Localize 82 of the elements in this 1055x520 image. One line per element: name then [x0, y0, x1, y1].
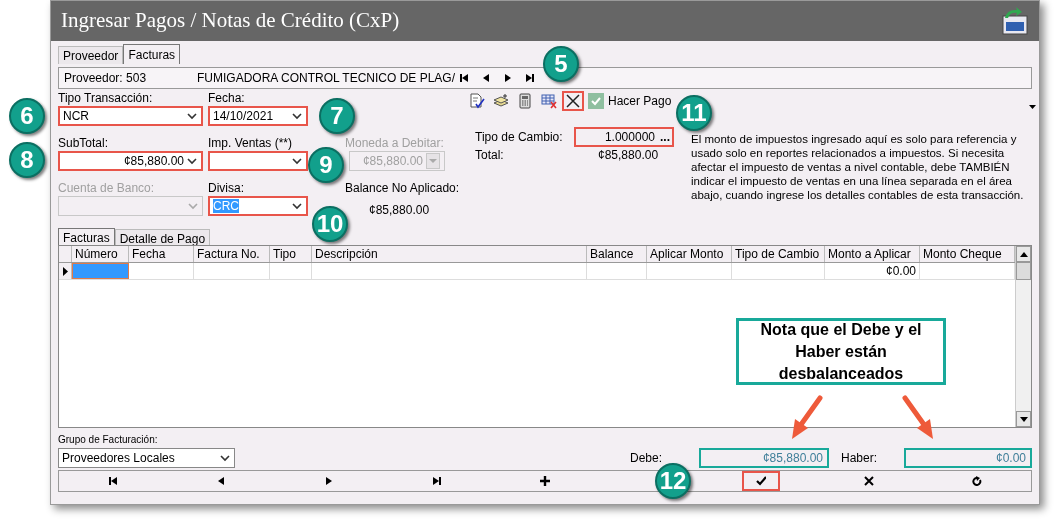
tab[interactable]: Facturas [58, 228, 115, 245]
annotation-note: Nota que el Debe y el Haber están desbalanceados [736, 318, 946, 385]
arrow [792, 395, 823, 439]
tax-note-text: El monto de impuestos ingresado aquí es solo para referencia y usado solo en reportes relacionados a impuestos. Si necesita afectar el impuesto de ventas a nivel contable, debe TAMBIÉN indicar el impuesto de ventas en una línea separada en el área abajo, cuando ingrese los detalles contables de esta transacción. [691, 132, 1025, 202]
provider-name: FUMIGADORA CONTROL TECNICO DE PLAG/ [197, 70, 456, 87]
tab[interactable]: Facturas [123, 44, 181, 64]
dropdown[interactable] [208, 151, 308, 171]
scrollbar-thumb[interactable] [1016, 262, 1031, 280]
checkmark-icon [756, 476, 766, 486]
callout-number: 6 [9, 98, 45, 134]
field-label: Balance No Aplicado: [345, 181, 460, 195]
nav-button[interactable] [742, 471, 780, 491]
previous-record-icon [216, 476, 226, 486]
column-header[interactable]: Descripción [312, 246, 587, 262]
field-label: Grupo de Facturación: [58, 434, 159, 446]
next-record-icon [324, 476, 334, 486]
column-header[interactable]: Balance [587, 246, 647, 262]
field-label: Fecha: [208, 91, 245, 105]
field-label: Imp. Ventas (**) [208, 136, 293, 150]
stack-icon [493, 93, 509, 109]
field-label: Moneda a Debitar: [345, 136, 444, 150]
total-value: ¢85,880.00 [598, 147, 659, 164]
table-cell[interactable]: ¢0.00 [825, 263, 920, 279]
column-header[interactable]: Tipo [270, 246, 312, 262]
column-header[interactable]: Aplicar Monto [647, 246, 732, 262]
scrollbar[interactable] [1015, 246, 1031, 427]
scroll-up-icon [1019, 251, 1028, 257]
dropdown[interactable]: 14/10/2021 [208, 106, 308, 126]
last-record-icon [432, 476, 442, 486]
tab[interactable]: Detalle de Pago [114, 229, 211, 245]
arrow [902, 395, 933, 439]
toolbar-button[interactable] [562, 91, 584, 111]
column-header[interactable]: Número [72, 246, 129, 262]
tab[interactable]: Proveedor [58, 46, 124, 64]
app-logo-icon [999, 6, 1029, 36]
dropdown[interactable]: Proveedores Locales [58, 448, 235, 468]
calculator-icon [517, 93, 533, 109]
first-record-icon [108, 476, 118, 486]
amount-field: ¢0.00 [904, 448, 1032, 468]
column-header[interactable]: Factura No. [194, 246, 270, 262]
table-cell[interactable] [72, 263, 129, 279]
close-icon [864, 476, 874, 486]
field-label: Tipo de Cambio: [475, 129, 564, 146]
chevron-icon [188, 202, 198, 210]
close-icon [565, 93, 581, 109]
chevron-icon [292, 202, 302, 210]
dropdown-arrow-icon [1029, 105, 1036, 109]
balance-value: ¢85,880.00 [369, 202, 431, 219]
field-label: Tipo Transacción: [58, 91, 153, 105]
first-record-icon[interactable] [459, 73, 470, 83]
last-record-icon[interactable] [525, 73, 536, 83]
hacer-pago-checkbox[interactable]: Hacer Pago [588, 92, 672, 110]
field-label: Cuenta de Banco: [58, 181, 155, 195]
checkmark-icon [590, 95, 602, 107]
chevron-icon [428, 158, 438, 164]
amount-field: ¢85,880.00 [699, 448, 829, 468]
plus-icon [540, 476, 550, 486]
chevron-icon [187, 112, 197, 120]
field-label: Haber: [841, 450, 879, 467]
dropdown[interactable]: ¢85,880.00 [58, 151, 203, 171]
refresh-icon [972, 476, 982, 486]
field-label: Total: [475, 147, 505, 164]
exchange-rate-field[interactable]: 1.000000 ... [574, 127, 674, 147]
column-header[interactable]: Tipo de Cambio [732, 246, 825, 262]
scroll-down-button[interactable] [1016, 411, 1031, 427]
previous-record-icon[interactable] [481, 73, 492, 83]
provider-code: Proveedor: 503 [64, 70, 148, 87]
window-title: Ingresar Pagos / Notas de Crédito (CxP) [61, 7, 400, 35]
chevron-icon [292, 157, 302, 165]
dropdown[interactable]: NCR [58, 106, 203, 126]
column-header[interactable]: Monto a Aplicar [825, 246, 920, 262]
field-label: SubTotal: [58, 136, 109, 150]
chevron-icon [292, 112, 302, 120]
document-check-icon [469, 93, 485, 109]
scroll-up-button[interactable] [1016, 246, 1031, 262]
chevron-icon [220, 454, 230, 462]
grid-delete-icon [541, 93, 557, 109]
chevron-icon [187, 157, 197, 165]
column-header[interactable]: Fecha [129, 246, 194, 262]
callout-number: 8 [9, 142, 45, 178]
scroll-down-icon [1019, 416, 1028, 422]
field-label: Divisa: [208, 181, 244, 195]
